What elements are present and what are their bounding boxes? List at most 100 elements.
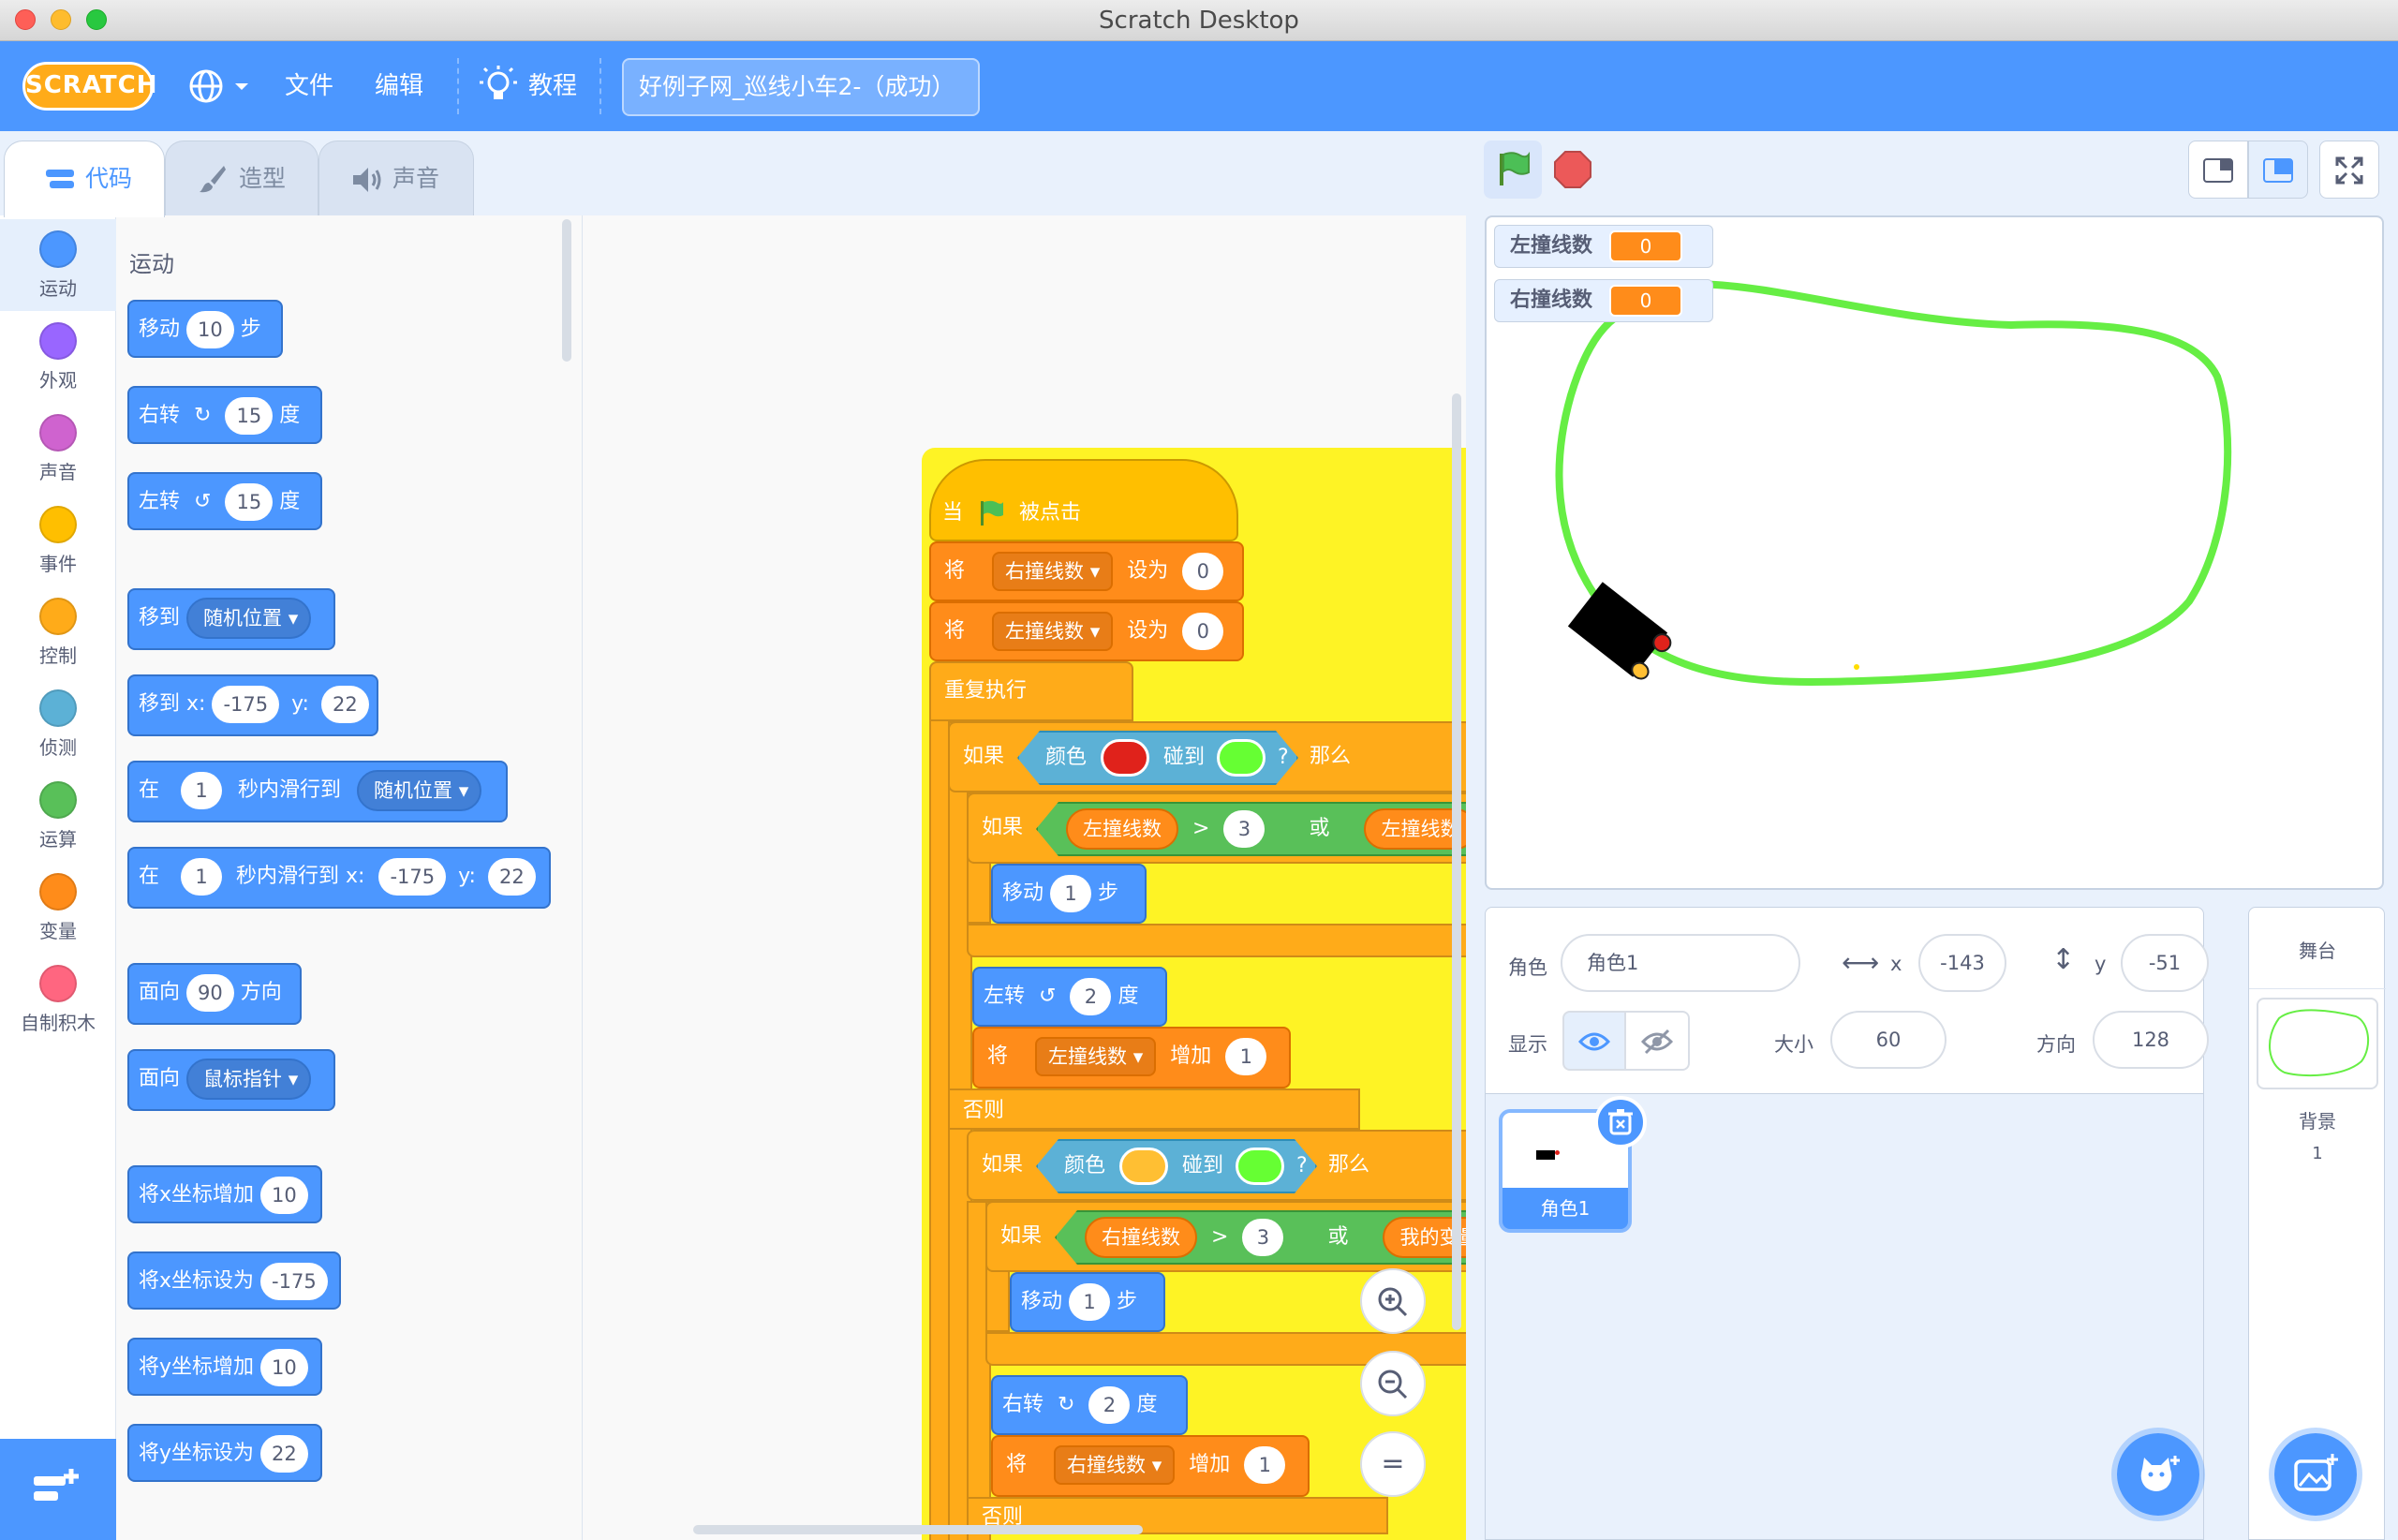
variable-monitor[interactable]: 右撞线数 0 (1494, 279, 1713, 322)
block-input-y[interactable]: 22 (487, 858, 536, 896)
category-1[interactable]: 运动 (0, 219, 116, 311)
direction-input[interactable]: 128 (2093, 1011, 2209, 1069)
block-input-x[interactable]: -175 (212, 686, 280, 723)
change-variable-block[interactable]: 将 左撞线数 ▾ 增加 1 (972, 1027, 1291, 1088)
color-swatch-green[interactable] (1236, 1148, 1285, 1185)
x-position-input[interactable]: -143 (1918, 934, 2006, 992)
block-input[interactable]: 15 (225, 483, 274, 521)
block-input[interactable]: 10 (260, 1177, 308, 1214)
tutorials-menu[interactable]: 教程 (480, 41, 583, 131)
block-input[interactable]: 3 (1223, 810, 1266, 848)
block-input[interactable]: 0 (1182, 553, 1224, 590)
block-input[interactable]: 2 (1088, 1386, 1131, 1424)
variable-reporter[interactable]: 左撞线数 (1364, 808, 1466, 850)
block-point-towards[interactable]: 面向 鼠标指针 ▾ (127, 1049, 335, 1111)
block-input[interactable]: 1 (1069, 1283, 1111, 1321)
sprite-name-input[interactable]: 角色1 (1561, 934, 1800, 992)
block-input[interactable]: 1 (1050, 875, 1092, 912)
choose-backdrop-button[interactable] (2269, 1428, 2362, 1521)
category-5[interactable]: 控制 (0, 586, 116, 678)
block-turn-left[interactable]: 左转 ↺ 15 度 (127, 472, 322, 530)
change-variable-block[interactable]: 将 右撞线数 ▾ 增加 1 (991, 1435, 1310, 1497)
file-menu[interactable]: 文件 (285, 41, 333, 131)
or-operator-block[interactable]: 右撞线数 > 3 或 我的变量 (1055, 1210, 1466, 1265)
script-vertical-scrollbar[interactable] (1452, 393, 1461, 1330)
color-swatch-green[interactable] (1217, 739, 1266, 777)
block-turn-right[interactable]: 右转 ↻ 2 度 (991, 1375, 1188, 1435)
variable-dropdown[interactable]: 右撞线数 ▾ (992, 552, 1114, 591)
add-extension-button[interactable] (0, 1439, 116, 1540)
forever-block[interactable]: 重复执行 (929, 661, 1133, 721)
block-input[interactable]: 1 (181, 858, 223, 896)
edit-menu[interactable]: 编辑 (375, 41, 423, 131)
variable-reporter[interactable]: 左撞线数 (1066, 808, 1178, 850)
block-input-x[interactable]: -175 (378, 858, 447, 896)
block-dropdown[interactable]: 鼠标指针 ▾ (186, 1059, 312, 1100)
choose-sprite-button[interactable] (2111, 1428, 2205, 1521)
variable-dropdown[interactable]: 左撞线数 ▾ (992, 612, 1114, 651)
stage-canvas[interactable]: 左撞线数 0 右撞线数 0 (1485, 215, 2384, 890)
show-sprite-button[interactable] (1562, 1011, 1626, 1071)
variable-reporter[interactable]: 右撞线数 (1085, 1217, 1197, 1258)
tab-code[interactable]: 代码 (4, 141, 165, 217)
category-7[interactable]: 运算 (0, 770, 116, 862)
block-dropdown[interactable]: 随机位置 ▾ (357, 770, 482, 811)
category-8[interactable]: 变量 (0, 862, 116, 954)
block-input[interactable]: 10 (260, 1349, 308, 1386)
tab-costumes[interactable]: 造型 (165, 141, 318, 215)
variable-dropdown[interactable]: 左撞线数 ▾ (1035, 1037, 1157, 1076)
block-input[interactable]: 22 (260, 1435, 308, 1473)
size-input[interactable]: 60 (1830, 1011, 1947, 1069)
set-variable-block[interactable]: 将 右撞线数 ▾ 设为 0 (929, 541, 1244, 601)
touching-color-block[interactable]: 颜色 碰到 ? (1036, 1139, 1317, 1193)
block-goto-xy[interactable]: 移到 x: -175 y: 22 (127, 674, 378, 736)
block-change-x[interactable]: 将x坐标增加 10 (127, 1165, 322, 1223)
or-operator-block[interactable]: 左撞线数 > 3 或 左撞线数 (1036, 802, 1466, 856)
block-goto[interactable]: 移到 随机位置 ▾ (127, 588, 335, 650)
block-set-x[interactable]: 将x坐标设为 -175 (127, 1251, 341, 1310)
block-turn-right[interactable]: 右转 ↻ 15 度 (127, 386, 322, 444)
color-swatch-yellow[interactable] (1119, 1148, 1169, 1185)
hide-sprite-button[interactable] (1626, 1011, 1690, 1071)
block-input[interactable]: 90 (186, 974, 234, 1012)
block-input[interactable]: 15 (225, 397, 274, 435)
delete-sprite-button[interactable] (1594, 1096, 1647, 1148)
block-move-steps[interactable]: 移动 1 步 (991, 864, 1147, 924)
scratch-logo[interactable]: SCRATCH (22, 62, 157, 111)
if-else-block[interactable]: 如果 颜色 碰到 ? 那么 (948, 721, 1466, 792)
palette-scrollbar[interactable] (562, 219, 571, 362)
project-title-input[interactable]: 好例子网_巡线小车2-（成功） (622, 58, 980, 116)
block-input[interactable]: 1 (181, 772, 223, 809)
stop-button[interactable] (1544, 141, 1602, 199)
block-point-direction[interactable]: 面向 90 方向 (127, 963, 302, 1025)
block-input[interactable]: 3 (1242, 1219, 1284, 1256)
category-2[interactable]: 外观 (0, 311, 116, 403)
script-area[interactable]: 当 被点击 将 右撞线数 ▾ 设为 0 将 左撞线数 ▾ 设为 0 重复执行 如… (583, 215, 1466, 1540)
block-input[interactable]: 1 (1244, 1446, 1286, 1484)
block-move-steps[interactable]: 移动 10 步 (127, 300, 283, 358)
green-flag-button[interactable] (1484, 141, 1542, 199)
if-block[interactable]: 如果 左撞线数 > 3 或 左撞线数 (967, 792, 1466, 864)
block-turn-left[interactable]: 左转 ↺ 2 度 (972, 967, 1167, 1027)
block-set-y[interactable]: 将y坐标设为 22 (127, 1424, 322, 1482)
set-variable-block[interactable]: 将 左撞线数 ▾ 设为 0 (929, 601, 1244, 661)
block-dropdown[interactable]: 随机位置 ▾ (186, 598, 312, 639)
block-input[interactable]: -175 (260, 1263, 328, 1300)
category-3[interactable]: 声音 (0, 403, 116, 495)
block-change-y[interactable]: 将y坐标增加 10 (127, 1338, 322, 1396)
color-swatch-red[interactable] (1101, 739, 1150, 777)
normal-stage-button[interactable] (2248, 141, 2308, 199)
backdrop-thumbnail[interactable] (2257, 998, 2378, 1089)
if-else-block[interactable]: 如果 颜色 碰到 ? 那么 (967, 1130, 1466, 1201)
block-move-steps[interactable]: 移动 1 步 (1010, 1272, 1165, 1332)
small-stage-button[interactable] (2188, 141, 2248, 199)
fullscreen-button[interactable] (2319, 141, 2379, 199)
language-menu[interactable] (187, 67, 259, 105)
y-position-input[interactable]: -51 (2121, 934, 2209, 992)
category-6[interactable]: 侦测 (0, 678, 116, 770)
block-input-y[interactable]: 22 (320, 686, 369, 723)
block-input[interactable]: 1 (1225, 1038, 1267, 1075)
script-horizontal-scrollbar[interactable] (693, 1525, 1143, 1534)
variable-dropdown[interactable]: 右撞线数 ▾ (1054, 1445, 1176, 1485)
zoom-reset-button[interactable]: = (1360, 1431, 1426, 1497)
